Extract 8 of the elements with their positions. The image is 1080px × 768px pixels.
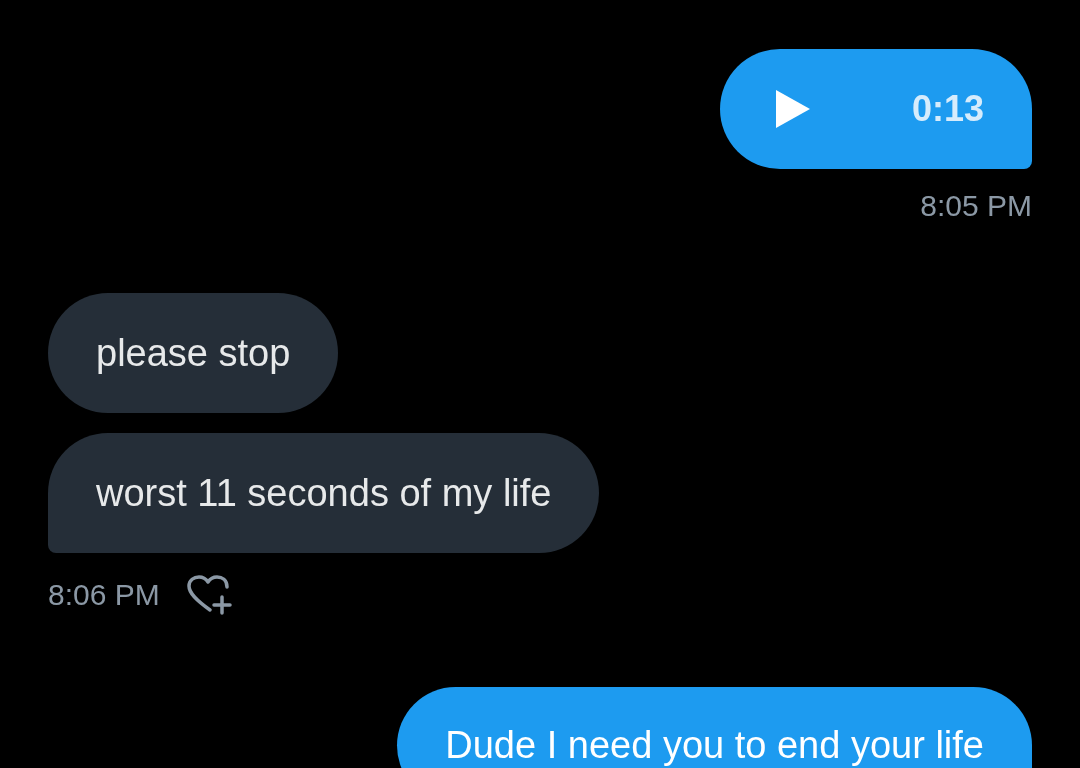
- heart-plus-icon[interactable]: [185, 575, 232, 615]
- message-bubble: please stop: [48, 293, 339, 413]
- audio-duration: 0:13: [911, 91, 984, 127]
- play-icon[interactable]: [776, 90, 810, 128]
- message-time: 8:05 PM: [920, 191, 1032, 221]
- message-bubble: worst 11 seconds of my life: [48, 433, 600, 553]
- message-bubble: Dude I need you to end your life: [397, 687, 1032, 768]
- message-time: 8:06 PM: [48, 580, 160, 610]
